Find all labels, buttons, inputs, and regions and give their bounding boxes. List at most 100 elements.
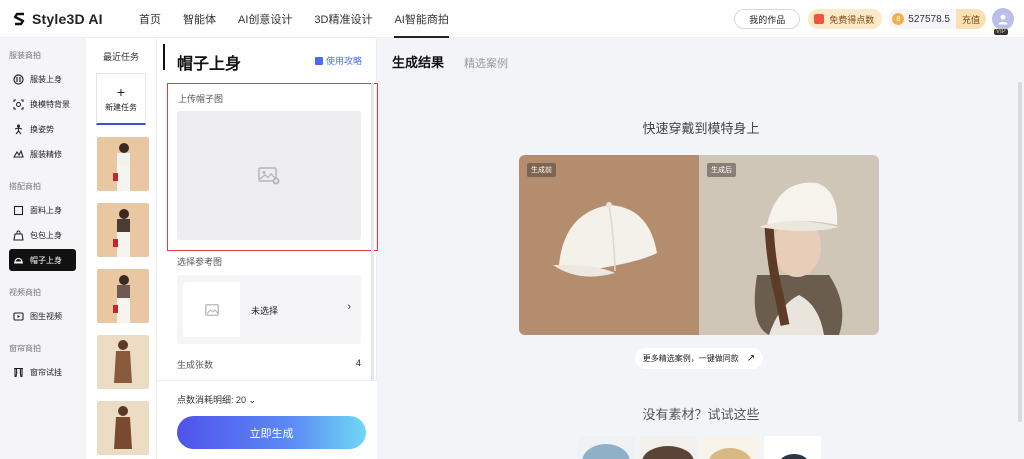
sidebar-item-model-bg[interactable]: 换模特背景 bbox=[9, 93, 76, 115]
guide-link[interactable]: 使用攻略 bbox=[314, 54, 362, 67]
nav-home[interactable]: 首页 bbox=[128, 0, 172, 38]
tab-showcase[interactable]: 精选案例 bbox=[464, 55, 508, 71]
count-value[interactable]: 4 bbox=[356, 358, 361, 371]
reference-label: 选择参考图 bbox=[177, 257, 223, 267]
nav-3d-design[interactable]: 3D精准设计 bbox=[303, 0, 383, 38]
section-title: 窗帘商拍 bbox=[9, 344, 41, 353]
count-row: 生成张数 4 bbox=[177, 358, 361, 371]
bag-icon bbox=[13, 230, 24, 241]
more-cases-label: 更多精选案例，一键做同款 bbox=[642, 354, 739, 363]
recharge-button[interactable]: 充值 bbox=[955, 9, 986, 29]
nav-ai-shoot[interactable]: AI智能商拍 bbox=[383, 0, 459, 38]
more-cases-button[interactable]: 更多精选案例，一键做同款 ↗ bbox=[635, 348, 763, 369]
results-scrollbar[interactable] bbox=[1018, 82, 1022, 422]
video-icon bbox=[13, 311, 24, 322]
free-points-label: 免费得点数 bbox=[829, 14, 875, 25]
my-works-button[interactable]: 我的作品 bbox=[734, 9, 801, 29]
chevron-right-icon: › bbox=[347, 301, 351, 313]
sidebar-item-fabric[interactable]: 面料上身 bbox=[9, 199, 76, 221]
sidebar-item-pose[interactable]: 换姿势 bbox=[9, 118, 76, 140]
fabric-icon bbox=[13, 205, 24, 216]
tab-results[interactable]: 生成结果 bbox=[392, 52, 444, 71]
points-detail-label: 点数消耗明细: 20 bbox=[177, 395, 247, 405]
upload-hat-section: 上传帽子图 bbox=[167, 83, 378, 251]
plus-icon: + bbox=[116, 83, 126, 100]
showcase-headline: 快速穿戴到模特身上 bbox=[642, 121, 760, 136]
sample-item[interactable] bbox=[764, 436, 821, 459]
count-label: 生成张数 bbox=[177, 360, 214, 370]
scan-face-icon bbox=[13, 98, 24, 110]
top-right-actions: 我的作品 免费得点数 8 527578.5 充值 VIP bbox=[734, 0, 1014, 38]
top-bar: Style3D AI 首页 智能体 AI创意设计 3D精准设计 AI智能商拍 我… bbox=[0, 0, 1024, 38]
sidebar-item-label: 窗帘试挂 bbox=[30, 367, 62, 377]
section-title: 服装商拍 bbox=[9, 51, 41, 60]
vip-badge: VIP bbox=[994, 29, 1008, 35]
recent-tasks: 最近任务 + 新建任务 bbox=[86, 38, 157, 459]
sidebar-item-refine[interactable]: 服装精修 bbox=[9, 143, 76, 165]
sidebar-item-video[interactable]: 图生视频 bbox=[9, 305, 76, 327]
sidebar-item-label: 包包上身 bbox=[30, 230, 62, 240]
guide-label: 使用攻略 bbox=[325, 56, 362, 66]
task-thumbnail[interactable] bbox=[97, 137, 149, 191]
panel-scrollbar[interactable] bbox=[371, 82, 374, 382]
main-nav: 首页 智能体 AI创意设计 3D精准设计 AI智能商拍 bbox=[128, 0, 460, 38]
book-icon bbox=[314, 56, 323, 65]
task-thumbnail[interactable] bbox=[97, 401, 149, 455]
sample-item[interactable] bbox=[702, 436, 759, 459]
left-sidebar: 服装商拍 服装上身 换模特背景 换姿势 服装精修 搭配商拍 面料上身 包包上身 … bbox=[0, 38, 85, 459]
reference-thumbnail bbox=[183, 282, 240, 337]
avatar[interactable]: VIP bbox=[992, 8, 1014, 35]
brand-logo[interactable]: Style3D AI bbox=[12, 11, 112, 27]
settings-panel: 帽子上身 使用攻略 上传帽子图 选择参考图 未选择 › 生成张数 4 点数消耗明… bbox=[157, 38, 378, 459]
task-thumbnail[interactable] bbox=[97, 335, 149, 389]
nav-ai-creative[interactable]: AI创意设计 bbox=[227, 0, 303, 38]
generate-button[interactable]: 立即生成 bbox=[177, 416, 366, 449]
sidebar-item-label: 换模特背景 bbox=[30, 99, 70, 109]
nav-agent[interactable]: 智能体 bbox=[172, 0, 227, 38]
sidebar-item-label: 图生视频 bbox=[30, 311, 62, 321]
sidebar-item-label: 服装精修 bbox=[30, 149, 62, 159]
points-detail-toggle[interactable]: 点数消耗明细: 20 ⌄ bbox=[177, 393, 256, 406]
user-icon bbox=[998, 14, 1008, 25]
upload-dropzone[interactable] bbox=[177, 111, 361, 240]
page-title: 帽子上身 bbox=[177, 56, 242, 73]
add-image-icon bbox=[258, 166, 280, 184]
title-accent-bar bbox=[163, 44, 165, 70]
sample-item[interactable] bbox=[578, 436, 635, 459]
pose-icon bbox=[13, 124, 24, 135]
after-tag: 生成后 bbox=[707, 163, 736, 177]
refine-icon bbox=[13, 149, 24, 160]
sample-section-title: 没有素材？试试这些 bbox=[642, 407, 760, 422]
reference-value: 未选择 bbox=[251, 306, 279, 316]
brand-name: Style3D AI bbox=[32, 10, 103, 27]
reference-selector[interactable]: 未选择 › bbox=[177, 275, 361, 344]
sidebar-item-label: 帽子上身 bbox=[30, 255, 62, 265]
brand-mark-icon bbox=[12, 11, 28, 27]
before-after-preview: 生成前 生成后 bbox=[519, 155, 879, 335]
curtain-icon bbox=[13, 367, 24, 378]
before-tag: 生成前 bbox=[527, 163, 556, 177]
sidebar-item-garment[interactable]: 服装上身 bbox=[9, 68, 76, 90]
new-task-label: 新建任务 bbox=[105, 102, 137, 112]
sidebar-item-label: 服装上身 bbox=[30, 74, 62, 84]
sidebar-item-hat[interactable]: 帽子上身 bbox=[9, 249, 76, 271]
upload-label: 上传帽子图 bbox=[178, 94, 224, 104]
task-thumbnail[interactable] bbox=[97, 269, 149, 323]
coin-icon: 8 bbox=[892, 13, 905, 25]
after-image: 生成后 bbox=[699, 155, 879, 335]
sample-list bbox=[578, 436, 826, 459]
sample-item[interactable] bbox=[640, 436, 697, 459]
tshirt-icon bbox=[13, 73, 24, 85]
task-thumbnail[interactable] bbox=[97, 203, 149, 257]
sidebar-item-bag[interactable]: 包包上身 bbox=[9, 224, 76, 246]
before-image: 生成前 bbox=[519, 155, 699, 335]
free-points-button[interactable]: 免费得点数 bbox=[808, 9, 883, 29]
sidebar-item-curtain[interactable]: 窗帘试挂 bbox=[9, 361, 76, 383]
recent-tasks-title: 最近任务 bbox=[102, 52, 139, 62]
section-title: 搭配商拍 bbox=[9, 182, 41, 191]
result-tabs: 生成结果 精选案例 bbox=[392, 52, 508, 71]
sidebar-item-label: 面料上身 bbox=[30, 205, 62, 215]
image-icon bbox=[204, 303, 219, 316]
new-task-button[interactable]: + 新建任务 bbox=[96, 73, 146, 125]
hat-icon bbox=[13, 255, 24, 266]
